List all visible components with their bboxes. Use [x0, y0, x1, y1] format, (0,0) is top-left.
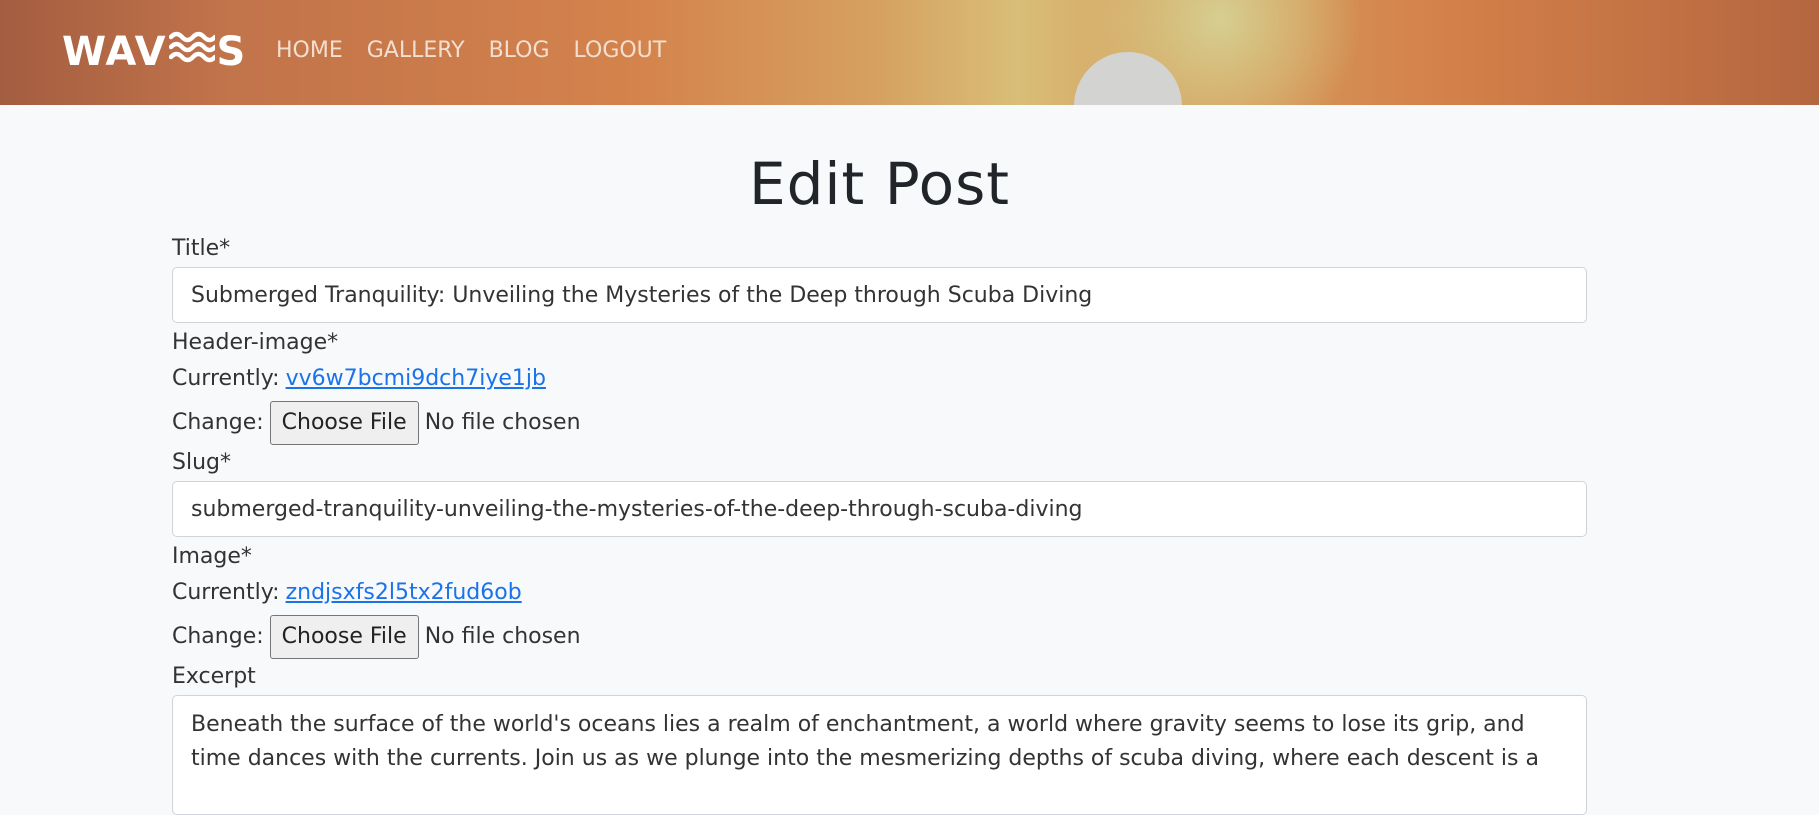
nav-home-link[interactable]: HOME: [276, 38, 343, 63]
slug-input-value: submerged-tranquility-unveiling-the-myst…: [191, 496, 1083, 522]
header-image-change: Change: Choose File No file chosen: [172, 401, 1587, 445]
title-input[interactable]: Submerged Tranquility: Unveiling the Mys…: [172, 267, 1587, 323]
excerpt-textarea[interactable]: Beneath the surface of the world's ocean…: [172, 695, 1587, 815]
title-input-value: Submerged Tranquility: Unveiling the Mys…: [191, 282, 1093, 308]
excerpt-value: Beneath the surface of the world's ocean…: [191, 712, 1539, 771]
title-label: Title*: [172, 236, 231, 261]
image-change: Change: Choose File No file chosen: [172, 615, 1587, 659]
logo-text: WAV: [62, 29, 167, 75]
header-image-choose-file-button[interactable]: Choose File: [269, 401, 419, 445]
image-choose-file-button[interactable]: Choose File: [269, 615, 419, 659]
image-label: Image*: [172, 544, 252, 569]
no-file-text: No file chosen: [424, 624, 581, 649]
slug-input[interactable]: submerged-tranquility-unveiling-the-myst…: [172, 481, 1587, 537]
edit-post-form: Edit Post Title* Submerged Tranquility: …: [172, 105, 1587, 815]
slug-label: Slug*: [172, 450, 231, 475]
change-label: Change:: [172, 624, 264, 649]
site-logo[interactable]: WAV S: [62, 29, 247, 75]
currently-label: Currently:: [172, 580, 280, 605]
header-image-label: Header-image*: [172, 330, 339, 355]
site-header: WAV S HOME GALLERY BLOG LOGOUT: [0, 0, 1819, 105]
change-label: Change:: [172, 410, 264, 435]
image-currently: Currently: zndjsxfs2l5tx2fud6ob: [172, 579, 1587, 607]
no-file-text: No file chosen: [424, 410, 581, 435]
nav-blog-link[interactable]: BLOG: [489, 38, 550, 63]
header-image-link[interactable]: vv6w7bcmi9dch7iye1jb: [286, 365, 546, 393]
image-link[interactable]: zndjsxfs2l5tx2fud6ob: [286, 579, 522, 607]
header-image-currently: Currently: vv6w7bcmi9dch7iye1jb: [172, 365, 1587, 393]
page-title: Edit Post: [748, 150, 1011, 218]
currently-label: Currently:: [172, 366, 280, 391]
main-nav: HOME GALLERY BLOG LOGOUT: [276, 38, 666, 63]
logo-tail-text: S: [216, 29, 247, 75]
nav-logout-link[interactable]: LOGOUT: [574, 38, 667, 63]
waves-icon: [168, 29, 217, 75]
nav-gallery-link[interactable]: GALLERY: [367, 38, 465, 63]
excerpt-label: Excerpt: [172, 664, 256, 689]
